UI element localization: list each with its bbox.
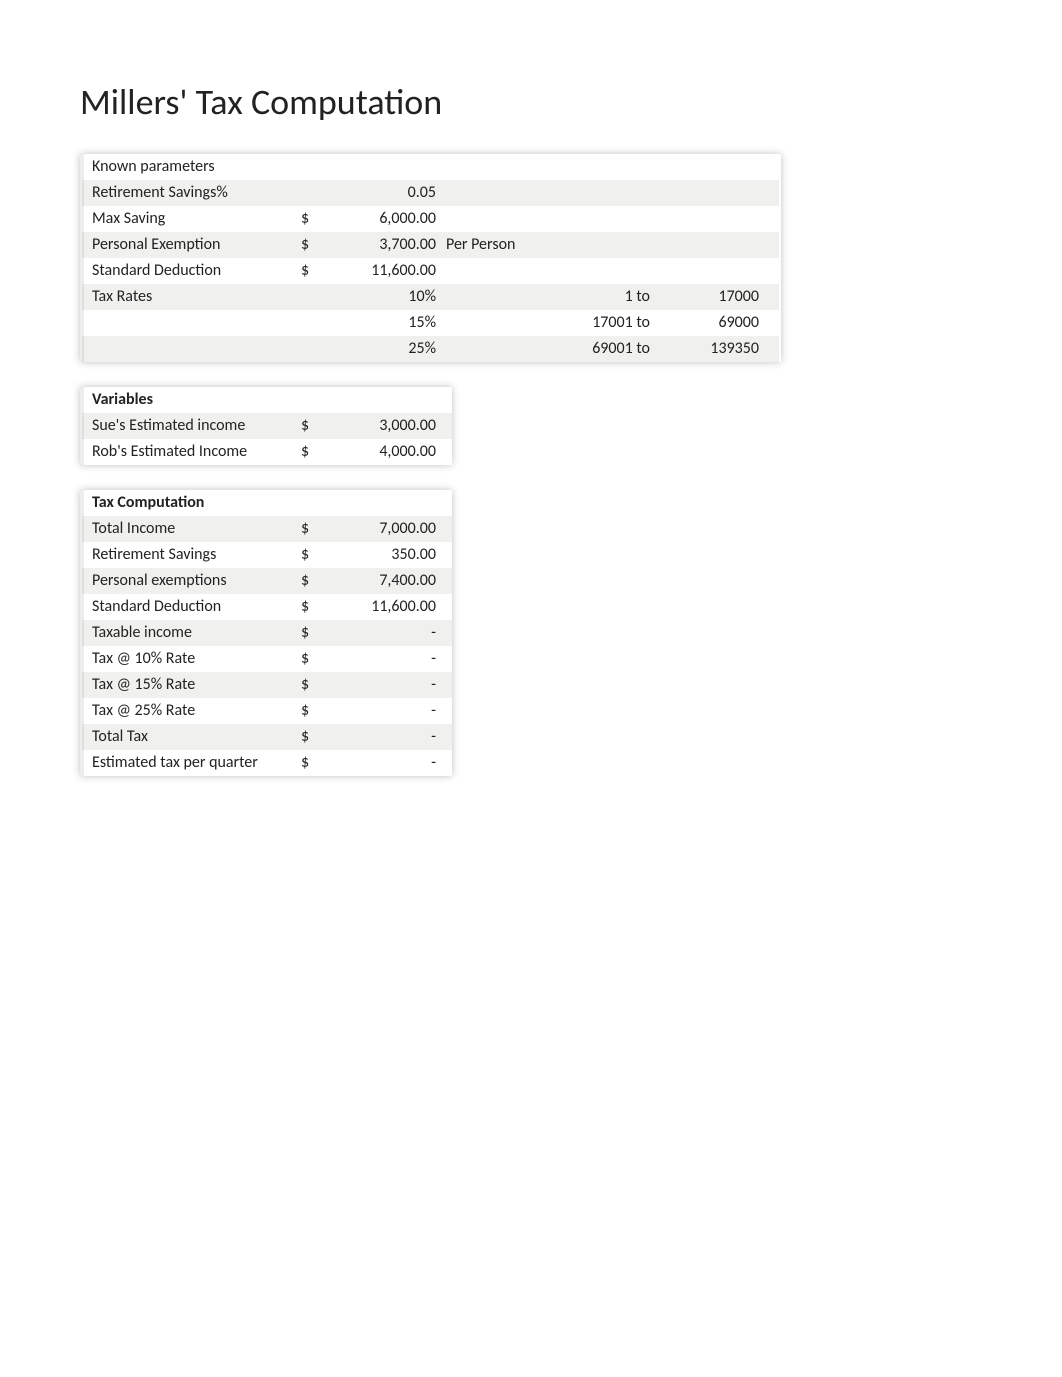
taxable-income-value: - — [333, 620, 452, 646]
retirement-pct-value: 0.05 — [333, 180, 442, 206]
total-income-label: Total Income — [82, 516, 293, 542]
currency-symbol: $ — [293, 750, 333, 776]
retirement-savings-label: Retirement Savings — [82, 542, 293, 568]
personal-exemption-note: Per Person — [442, 232, 547, 258]
bracket-to: 139350 — [656, 336, 779, 362]
table-row: Total Income $ 7,000.00 — [82, 516, 452, 542]
std-deduction-label: Standard Deduction — [82, 258, 293, 284]
computation-panel: Tax Computation Total Income $ 7,000.00 … — [80, 490, 452, 776]
currency-symbol: $ — [293, 646, 333, 672]
table-row: Max Saving $ 6,000.00 — [82, 206, 779, 232]
total-tax-label: Total Tax — [82, 724, 293, 750]
bracket-to: 69000 — [656, 310, 779, 336]
currency-symbol: $ — [293, 672, 333, 698]
currency-symbol: $ — [293, 698, 333, 724]
table-row: 15% 17001 to 69000 — [82, 310, 779, 336]
sue-income-value: 3,000.00 — [333, 413, 452, 439]
table-row: 25% 69001 to 139350 — [82, 336, 779, 362]
bracket-rate: 25% — [333, 336, 442, 362]
known-heading: Known parameters — [82, 154, 293, 180]
table-row: Tax @ 25% Rate $ - — [82, 698, 452, 724]
bracket-from: 69001 to — [547, 336, 656, 362]
max-saving-label: Max Saving — [82, 206, 293, 232]
known-parameters-table: Known parameters Retirement Savings% 0.0… — [80, 154, 781, 362]
tax-rates-label: Tax Rates — [82, 284, 293, 310]
personal-exemption-value: 3,700.00 — [333, 232, 442, 258]
currency-symbol: $ — [293, 258, 333, 284]
total-tax-value: - — [333, 724, 452, 750]
table-row: Retirement Savings% 0.05 — [82, 180, 779, 206]
table-row: Total Tax $ - — [82, 724, 452, 750]
variables-heading: Variables — [82, 387, 293, 413]
personal-exemptions-label: Personal exemptions — [82, 568, 293, 594]
tax-15-value: - — [333, 672, 452, 698]
currency-symbol: $ — [293, 206, 333, 232]
page-title: Millers' Tax Computation — [80, 80, 982, 124]
computation-heading: Tax Computation — [82, 490, 293, 516]
currency-symbol: $ — [293, 516, 333, 542]
table-row: Sue's Estimated income $ 3,000.00 — [82, 413, 452, 439]
rob-income-label: Rob's Estimated Income — [82, 439, 293, 465]
tax-10-value: - — [333, 646, 452, 672]
tax-10-label: Tax @ 10% Rate — [82, 646, 293, 672]
table-row: Tax @ 15% Rate $ - — [82, 672, 452, 698]
est-tax-quarter-value: - — [333, 750, 452, 776]
computation-table: Tax Computation Total Income $ 7,000.00 … — [80, 490, 452, 776]
total-income-value: 7,000.00 — [333, 516, 452, 542]
currency-symbol: $ — [293, 413, 333, 439]
tax-25-label: Tax @ 25% Rate — [82, 698, 293, 724]
currency-symbol: $ — [293, 620, 333, 646]
bracket-from: 1 to — [547, 284, 656, 310]
personal-exemption-label: Personal Exemption — [82, 232, 293, 258]
taxable-income-label: Taxable income — [82, 620, 293, 646]
table-row: Standard Deduction $ 11,600.00 — [82, 258, 779, 284]
est-tax-quarter-label: Estimated tax per quarter — [82, 750, 293, 776]
bracket-rate: 10% — [333, 284, 442, 310]
retirement-savings-value: 350.00 — [333, 542, 452, 568]
table-row: Tax @ 10% Rate $ - — [82, 646, 452, 672]
table-row: Estimated tax per quarter $ - — [82, 750, 452, 776]
variables-panel: Variables Sue's Estimated income $ 3,000… — [80, 387, 452, 465]
currency-symbol: $ — [293, 568, 333, 594]
bracket-rate: 15% — [333, 310, 442, 336]
retirement-pct-label: Retirement Savings% — [82, 180, 293, 206]
currency-symbol: $ — [293, 594, 333, 620]
currency-symbol: $ — [293, 724, 333, 750]
table-row: Taxable income $ - — [82, 620, 452, 646]
personal-exemptions-value: 7,400.00 — [333, 568, 452, 594]
standard-deduction-value: 11,600.00 — [333, 594, 452, 620]
currency-symbol: $ — [293, 439, 333, 465]
known-parameters-panel: Known parameters Retirement Savings% 0.0… — [80, 154, 781, 362]
max-saving-value: 6,000.00 — [333, 206, 442, 232]
currency-symbol: $ — [293, 542, 333, 568]
table-row: Retirement Savings $ 350.00 — [82, 542, 452, 568]
page: Millers' Tax Computation Known parameter… — [0, 0, 1062, 1377]
standard-deduction-label: Standard Deduction — [82, 594, 293, 620]
bracket-to: 17000 — [656, 284, 779, 310]
table-row: Tax Rates 10% 1 to 17000 — [82, 284, 779, 310]
std-deduction-value: 11,600.00 — [333, 258, 442, 284]
currency-symbol: $ — [293, 232, 333, 258]
table-row: Rob's Estimated Income $ 4,000.00 — [82, 439, 452, 465]
tax-25-value: - — [333, 698, 452, 724]
rob-income-value: 4,000.00 — [333, 439, 452, 465]
table-row: Personal exemptions $ 7,400.00 — [82, 568, 452, 594]
tax-15-label: Tax @ 15% Rate — [82, 672, 293, 698]
table-row: Personal Exemption $ 3,700.00 Per Person — [82, 232, 779, 258]
sue-income-label: Sue's Estimated income — [82, 413, 293, 439]
bracket-from: 17001 to — [547, 310, 656, 336]
variables-table: Variables Sue's Estimated income $ 3,000… — [80, 387, 452, 465]
table-row: Standard Deduction $ 11,600.00 — [82, 594, 452, 620]
